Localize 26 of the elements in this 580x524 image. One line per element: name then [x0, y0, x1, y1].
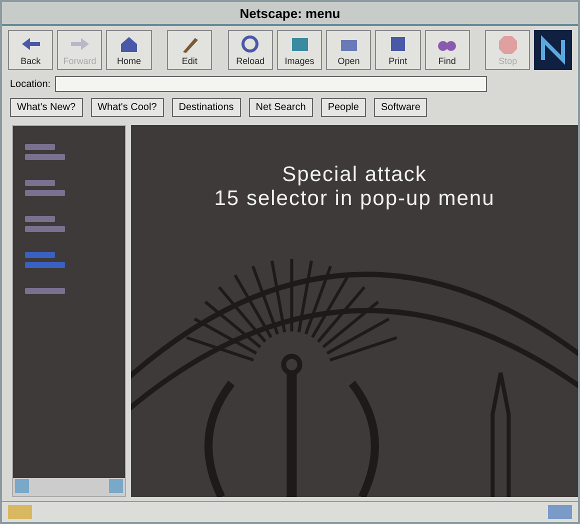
directory-button[interactable]: Net Search	[248, 98, 313, 117]
link-placeholder[interactable]	[25, 180, 65, 196]
scroll-bar[interactable]	[13, 478, 125, 496]
toolbar-button[interactable]: Home	[106, 30, 152, 70]
toolbar-button[interactable]: Edit	[167, 30, 212, 70]
link-placeholder[interactable]	[25, 144, 65, 160]
toolbar-button[interactable]: Images	[276, 30, 322, 70]
directory-button[interactable]: What's New?	[10, 98, 83, 117]
location-field[interactable]	[54, 76, 487, 92]
link-placeholder[interactable]	[25, 252, 65, 268]
heading-text: 15 selector in pop-up menu	[214, 187, 495, 212]
toolbar-button[interactable]: Print	[375, 30, 421, 70]
toolbar-button[interactable]: Back	[8, 30, 54, 70]
toolbar-button[interactable]: Find	[424, 30, 470, 70]
directory-button[interactable]: Destinations	[172, 98, 241, 117]
directory-button[interactable]: Software	[374, 98, 428, 117]
link-placeholder[interactable]	[25, 216, 65, 232]
window-title: Netscape: menu	[2, 2, 578, 26]
toolbar-button[interactable]: Open	[326, 30, 372, 70]
heading-text: Special attack	[282, 163, 427, 188]
location-label: Location:	[10, 78, 51, 90]
directory-button[interactable]: People	[320, 98, 366, 117]
stop-icon	[496, 34, 519, 54]
toolbar-button[interactable]: Reload	[228, 30, 273, 70]
directory-button[interactable]: What's Cool?	[90, 98, 164, 117]
logo-icon	[534, 30, 572, 70]
